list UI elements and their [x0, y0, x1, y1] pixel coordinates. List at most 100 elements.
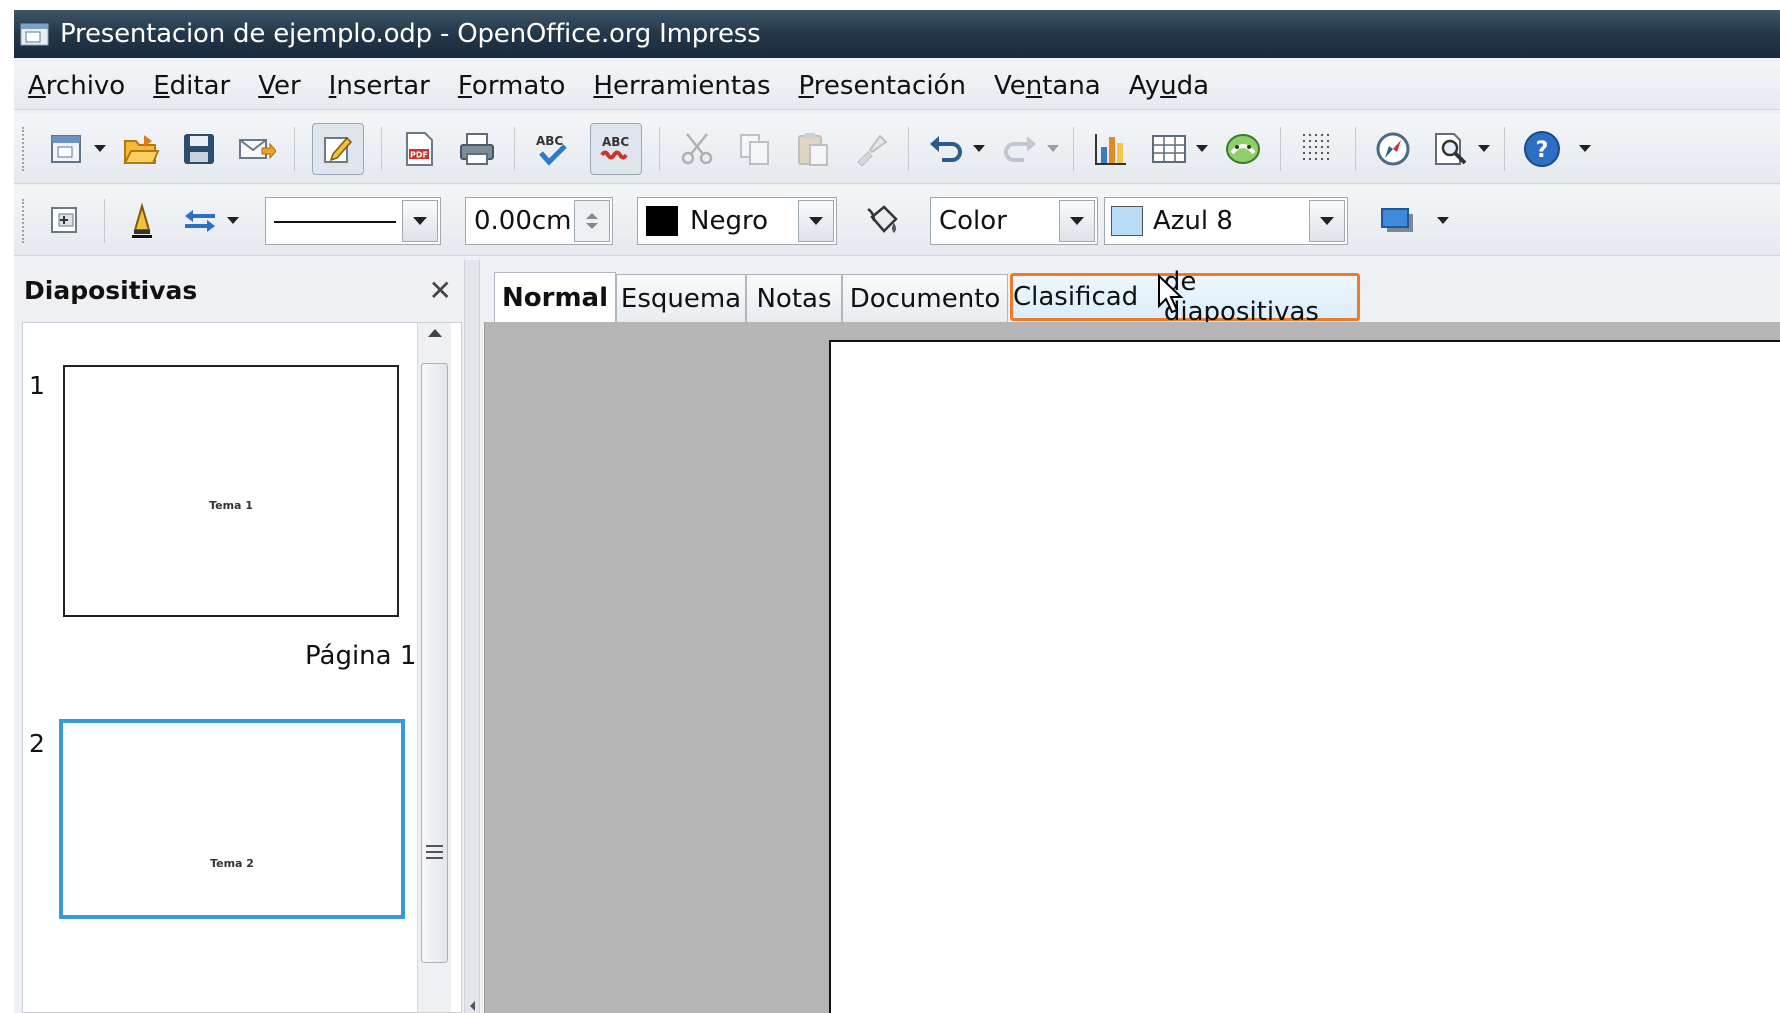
pane-splitter[interactable] [464, 260, 480, 1013]
slide-thumbnail-2[interactable]: Tema 2 [59, 719, 405, 919]
copy-icon[interactable] [735, 129, 775, 169]
line-width-spin-buttons[interactable] [574, 199, 610, 242]
line-width-spinbox[interactable]: 0.00cm [465, 196, 613, 245]
collapse-arrow-icon[interactable] [470, 1001, 475, 1011]
menu-ventana[interactable]: Ventana [980, 71, 1115, 101]
menu-presentacion[interactable]: Presentación [785, 71, 980, 101]
area-color-value: Azul 8 [1153, 205, 1233, 236]
window-title: Presentacion de ejemplo.odp - OpenOffice… [60, 19, 761, 49]
arrow-style-dropdown-arrow[interactable] [227, 217, 239, 224]
email-icon[interactable] [237, 129, 277, 169]
menu-bar: Archivo Editar Ver Insertar Formato Herr… [14, 62, 1780, 110]
table-dropdown-arrow[interactable] [1196, 145, 1208, 152]
tab-documento[interactable]: Documento [842, 274, 1008, 322]
area-fill-bucket-icon[interactable] [863, 201, 903, 241]
close-icon[interactable]: ✕ [429, 274, 452, 307]
svg-text:ABC: ABC [602, 135, 629, 149]
line-color-select[interactable]: Negro [637, 196, 837, 245]
menu-editar[interactable]: Editar [139, 71, 244, 101]
tab-label-part-1: Clasificad [1013, 282, 1139, 312]
spin-up-icon[interactable] [586, 212, 598, 219]
current-slide[interactable] [829, 340, 1780, 1013]
fontwork-icon[interactable] [1223, 129, 1263, 169]
line-style-dropdown-button[interactable] [402, 199, 438, 242]
new-icon[interactable] [47, 129, 87, 169]
slide-thumbnail-1[interactable]: Tema 1 [63, 365, 399, 617]
object-position-icon[interactable] [47, 201, 87, 241]
help-icon[interactable]: ? [1522, 129, 1562, 169]
grid-icon[interactable] [1298, 129, 1338, 169]
new-dropdown-arrow[interactable] [94, 145, 106, 152]
menu-formato[interactable]: Formato [444, 71, 580, 101]
print-icon[interactable] [457, 129, 497, 169]
table-icon[interactable] [1149, 129, 1189, 169]
mouse-pointer-icon [1157, 273, 1187, 318]
view-tabs: Normal Esquema Notas Documento Clasifica… [484, 260, 1780, 327]
svg-text:?: ? [1536, 138, 1549, 163]
line-color-dropdown-button[interactable] [798, 199, 834, 242]
toolbar-grip[interactable] [22, 126, 28, 171]
format-paintbrush-icon[interactable] [851, 129, 891, 169]
line-width-value: 0.00cm [474, 205, 572, 236]
slides-pane: Diapositivas ✕ 1 Tema 1 Página 1 2 Tema … [14, 260, 462, 1013]
cut-icon[interactable] [677, 129, 717, 169]
tab-notas[interactable]: Notas [746, 274, 842, 322]
scroll-up-icon[interactable] [428, 329, 442, 337]
edit-mode-icon[interactable] [312, 122, 364, 175]
chart-icon[interactable] [1091, 129, 1131, 169]
area-color-select[interactable]: Azul 8 [1104, 196, 1348, 245]
toolbar-separator [908, 126, 909, 171]
toolbar-separator [381, 126, 382, 171]
undo-dropdown-arrow[interactable] [973, 145, 985, 152]
toolbar-separator [1504, 126, 1505, 171]
redo-icon[interactable] [1000, 129, 1040, 169]
chevron-down-icon [1070, 216, 1084, 225]
toolbar-overflow-arrow[interactable] [1437, 217, 1449, 224]
slide-editing-area[interactable] [484, 322, 1780, 1013]
line-style-preview [274, 220, 396, 223]
area-style-value: Color [939, 205, 1007, 236]
area-style-select[interactable]: Color [930, 196, 1098, 245]
navigator-icon[interactable] [1373, 129, 1413, 169]
spin-down-icon[interactable] [586, 222, 598, 229]
slides-scrollbar[interactable] [417, 323, 451, 1012]
scrollbar-thumb[interactable] [421, 363, 448, 963]
zoom-dropdown-arrow[interactable] [1478, 145, 1490, 152]
menu-ayuda[interactable]: Ayuda [1115, 71, 1223, 101]
zoom-icon[interactable] [1431, 129, 1471, 169]
toolbar-separator [1073, 126, 1074, 171]
line-style-select[interactable] [265, 196, 441, 245]
save-icon[interactable] [179, 129, 219, 169]
toolbar-separator [1280, 126, 1281, 171]
arrow-style-icon[interactable] [180, 201, 220, 241]
line-style-pen-icon[interactable] [122, 201, 162, 241]
pdf-icon[interactable]: PDF [399, 129, 439, 169]
slide-thumbnails-list: 1 Tema 1 Página 1 2 Tema 2 [22, 322, 462, 1013]
toolbar-separator [104, 198, 105, 243]
shadow-icon[interactable] [1378, 201, 1418, 241]
menu-ver[interactable]: Ver [244, 71, 314, 101]
area-style-dropdown-button[interactable] [1059, 199, 1095, 242]
impress-window: Presentacion de ejemplo.odp - OpenOffice… [14, 10, 1780, 1013]
toolbar-grip[interactable] [22, 198, 28, 243]
menu-insertar[interactable]: Insertar [315, 71, 444, 101]
tab-esquema[interactable]: Esquema [616, 274, 746, 322]
line-color-swatch [646, 205, 678, 236]
area-color-swatch [1111, 205, 1143, 236]
open-icon[interactable] [121, 129, 161, 169]
svg-text:ABC: ABC [536, 134, 563, 148]
toolbar-overflow-arrow[interactable] [1579, 145, 1591, 152]
paste-icon[interactable] [793, 129, 833, 169]
autospellcheck-icon[interactable]: ABC [590, 122, 642, 175]
area-color-dropdown-button[interactable] [1309, 199, 1345, 242]
line-fill-toolbar: 0.00cm Negro Color Azul 8 [14, 186, 1780, 256]
redo-dropdown-arrow[interactable] [1047, 145, 1059, 152]
tab-normal[interactable]: Normal [494, 272, 616, 322]
undo-icon[interactable] [926, 129, 966, 169]
toolbar-separator [1355, 126, 1356, 171]
toolbar-separator [514, 126, 515, 171]
menu-archivo[interactable]: Archivo [14, 71, 139, 101]
chevron-down-icon [809, 216, 823, 225]
menu-herramientas[interactable]: Herramientas [579, 71, 784, 101]
spellcheck-icon[interactable]: ABC [532, 129, 572, 169]
